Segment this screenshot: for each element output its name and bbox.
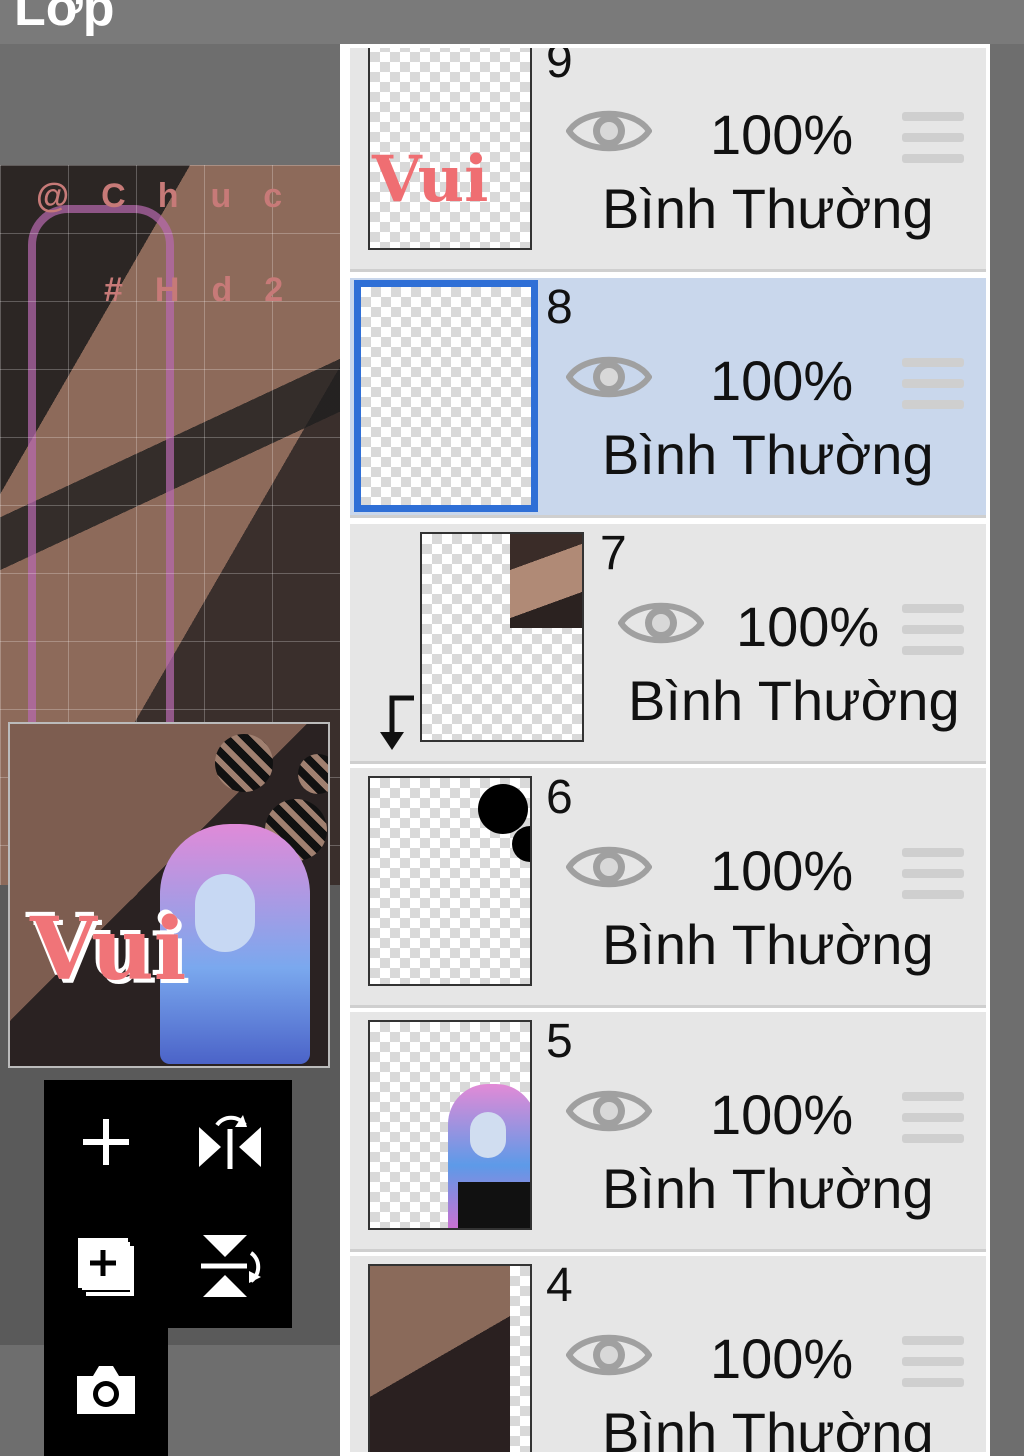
camera-icon	[77, 1366, 135, 1414]
layer-row-9[interactable]: Vui 9 100% Bình Thường	[350, 44, 986, 272]
drag-handle-icon[interactable]	[902, 1092, 964, 1146]
duplicate-layer-icon	[78, 1238, 134, 1296]
layer-number: 7	[600, 527, 627, 580]
canvas-watermark-1: @Chuc	[36, 177, 315, 215]
thumb-photo	[510, 534, 582, 628]
drag-handle-icon[interactable]	[902, 358, 964, 412]
visibility-eye-icon[interactable]	[566, 1082, 652, 1140]
layer-thumbnail[interactable]	[368, 776, 532, 986]
thumb-text: Vui	[372, 142, 489, 217]
layer-thumbnail[interactable]	[368, 1020, 532, 1230]
clipping-arrow-icon	[380, 695, 414, 750]
layer-blend-mode[interactable]: Bình Thường	[602, 176, 934, 241]
drag-handle-icon[interactable]	[902, 848, 964, 902]
layer-opacity[interactable]: 100%	[710, 838, 853, 903]
layer-tools	[44, 1080, 292, 1328]
layer-number: 4	[546, 1259, 573, 1312]
thumb-photo	[370, 1266, 510, 1452]
preview-face	[195, 874, 255, 952]
layer-opacity[interactable]: 100%	[736, 594, 879, 659]
preview-dot	[298, 754, 328, 794]
layer-row-8[interactable]: 8 100% Bình Thường	[350, 278, 986, 518]
layer-row-7[interactable]: 7 100% Bình Thường	[350, 524, 986, 764]
layer-number: 8	[546, 281, 573, 334]
layer-number: 5	[546, 1015, 573, 1068]
layer-opacity[interactable]: 100%	[710, 1082, 853, 1147]
thumb-dot	[512, 826, 530, 862]
canvas-watermark-2: #Hd2	[104, 271, 316, 309]
page-title: Lớp	[14, 0, 115, 37]
layers-panel: Vui 9 100% Bình Thường 8 100% Bình Thườn…	[340, 44, 990, 1456]
flip-horizontal-button[interactable]	[168, 1080, 292, 1204]
layer-number: 9	[546, 44, 573, 88]
preview-circle-photo	[215, 734, 273, 792]
layer-thumbnail[interactable]	[368, 1264, 532, 1452]
drag-handle-icon[interactable]	[902, 1336, 964, 1390]
layer-opacity[interactable]: 100%	[710, 348, 853, 413]
camera-button[interactable]	[44, 1328, 168, 1452]
layer-blend-mode[interactable]: Bình Thường	[602, 1156, 934, 1221]
layer-row-4[interactable]: 4 100% Bình Thường	[350, 1256, 986, 1452]
thumb-face	[470, 1112, 506, 1158]
thumb-clothing	[458, 1182, 530, 1228]
layer-thumbnail[interactable]	[354, 280, 538, 512]
flip-vertical-button[interactable]	[168, 1204, 292, 1328]
add-layer-button[interactable]	[44, 1080, 168, 1204]
add-layer-icon	[83, 1119, 129, 1165]
layer-opacity[interactable]: 100%	[710, 1326, 853, 1391]
visibility-eye-icon[interactable]	[566, 348, 652, 406]
drag-handle-icon[interactable]	[902, 604, 964, 658]
layer-blend-mode[interactable]: Bình Thường	[602, 422, 934, 487]
layer-thumbnail[interactable]	[420, 532, 584, 742]
flip-horizontal-icon	[199, 1115, 261, 1169]
canvas-preview[interactable]: Vui	[8, 722, 330, 1068]
layer-blend-mode[interactable]: Bình Thường	[602, 1400, 934, 1452]
visibility-eye-icon[interactable]	[566, 102, 652, 160]
visibility-eye-icon[interactable]	[566, 1326, 652, 1384]
visibility-eye-icon[interactable]	[566, 838, 652, 896]
layer-row-6[interactable]: 6 100% Bình Thường	[350, 768, 986, 1008]
thumb-dot	[478, 784, 528, 834]
layer-tools-bottom	[44, 1328, 168, 1456]
duplicate-layer-button[interactable]	[44, 1204, 168, 1328]
header-bar: Lớp	[0, 0, 1024, 44]
layer-number: 6	[546, 771, 573, 824]
layer-thumbnail[interactable]: Vui	[368, 48, 532, 250]
drag-handle-icon[interactable]	[902, 112, 964, 166]
layer-blend-mode[interactable]: Bình Thường	[602, 912, 934, 977]
preview-text: Vui	[30, 899, 187, 1000]
flip-vertical-icon	[201, 1235, 261, 1297]
visibility-eye-icon[interactable]	[618, 594, 704, 652]
layer-opacity[interactable]: 100%	[710, 102, 853, 167]
layer-row-5[interactable]: 5 100% Bình Thường	[350, 1012, 986, 1252]
layer-blend-mode[interactable]: Bình Thường	[628, 668, 960, 733]
